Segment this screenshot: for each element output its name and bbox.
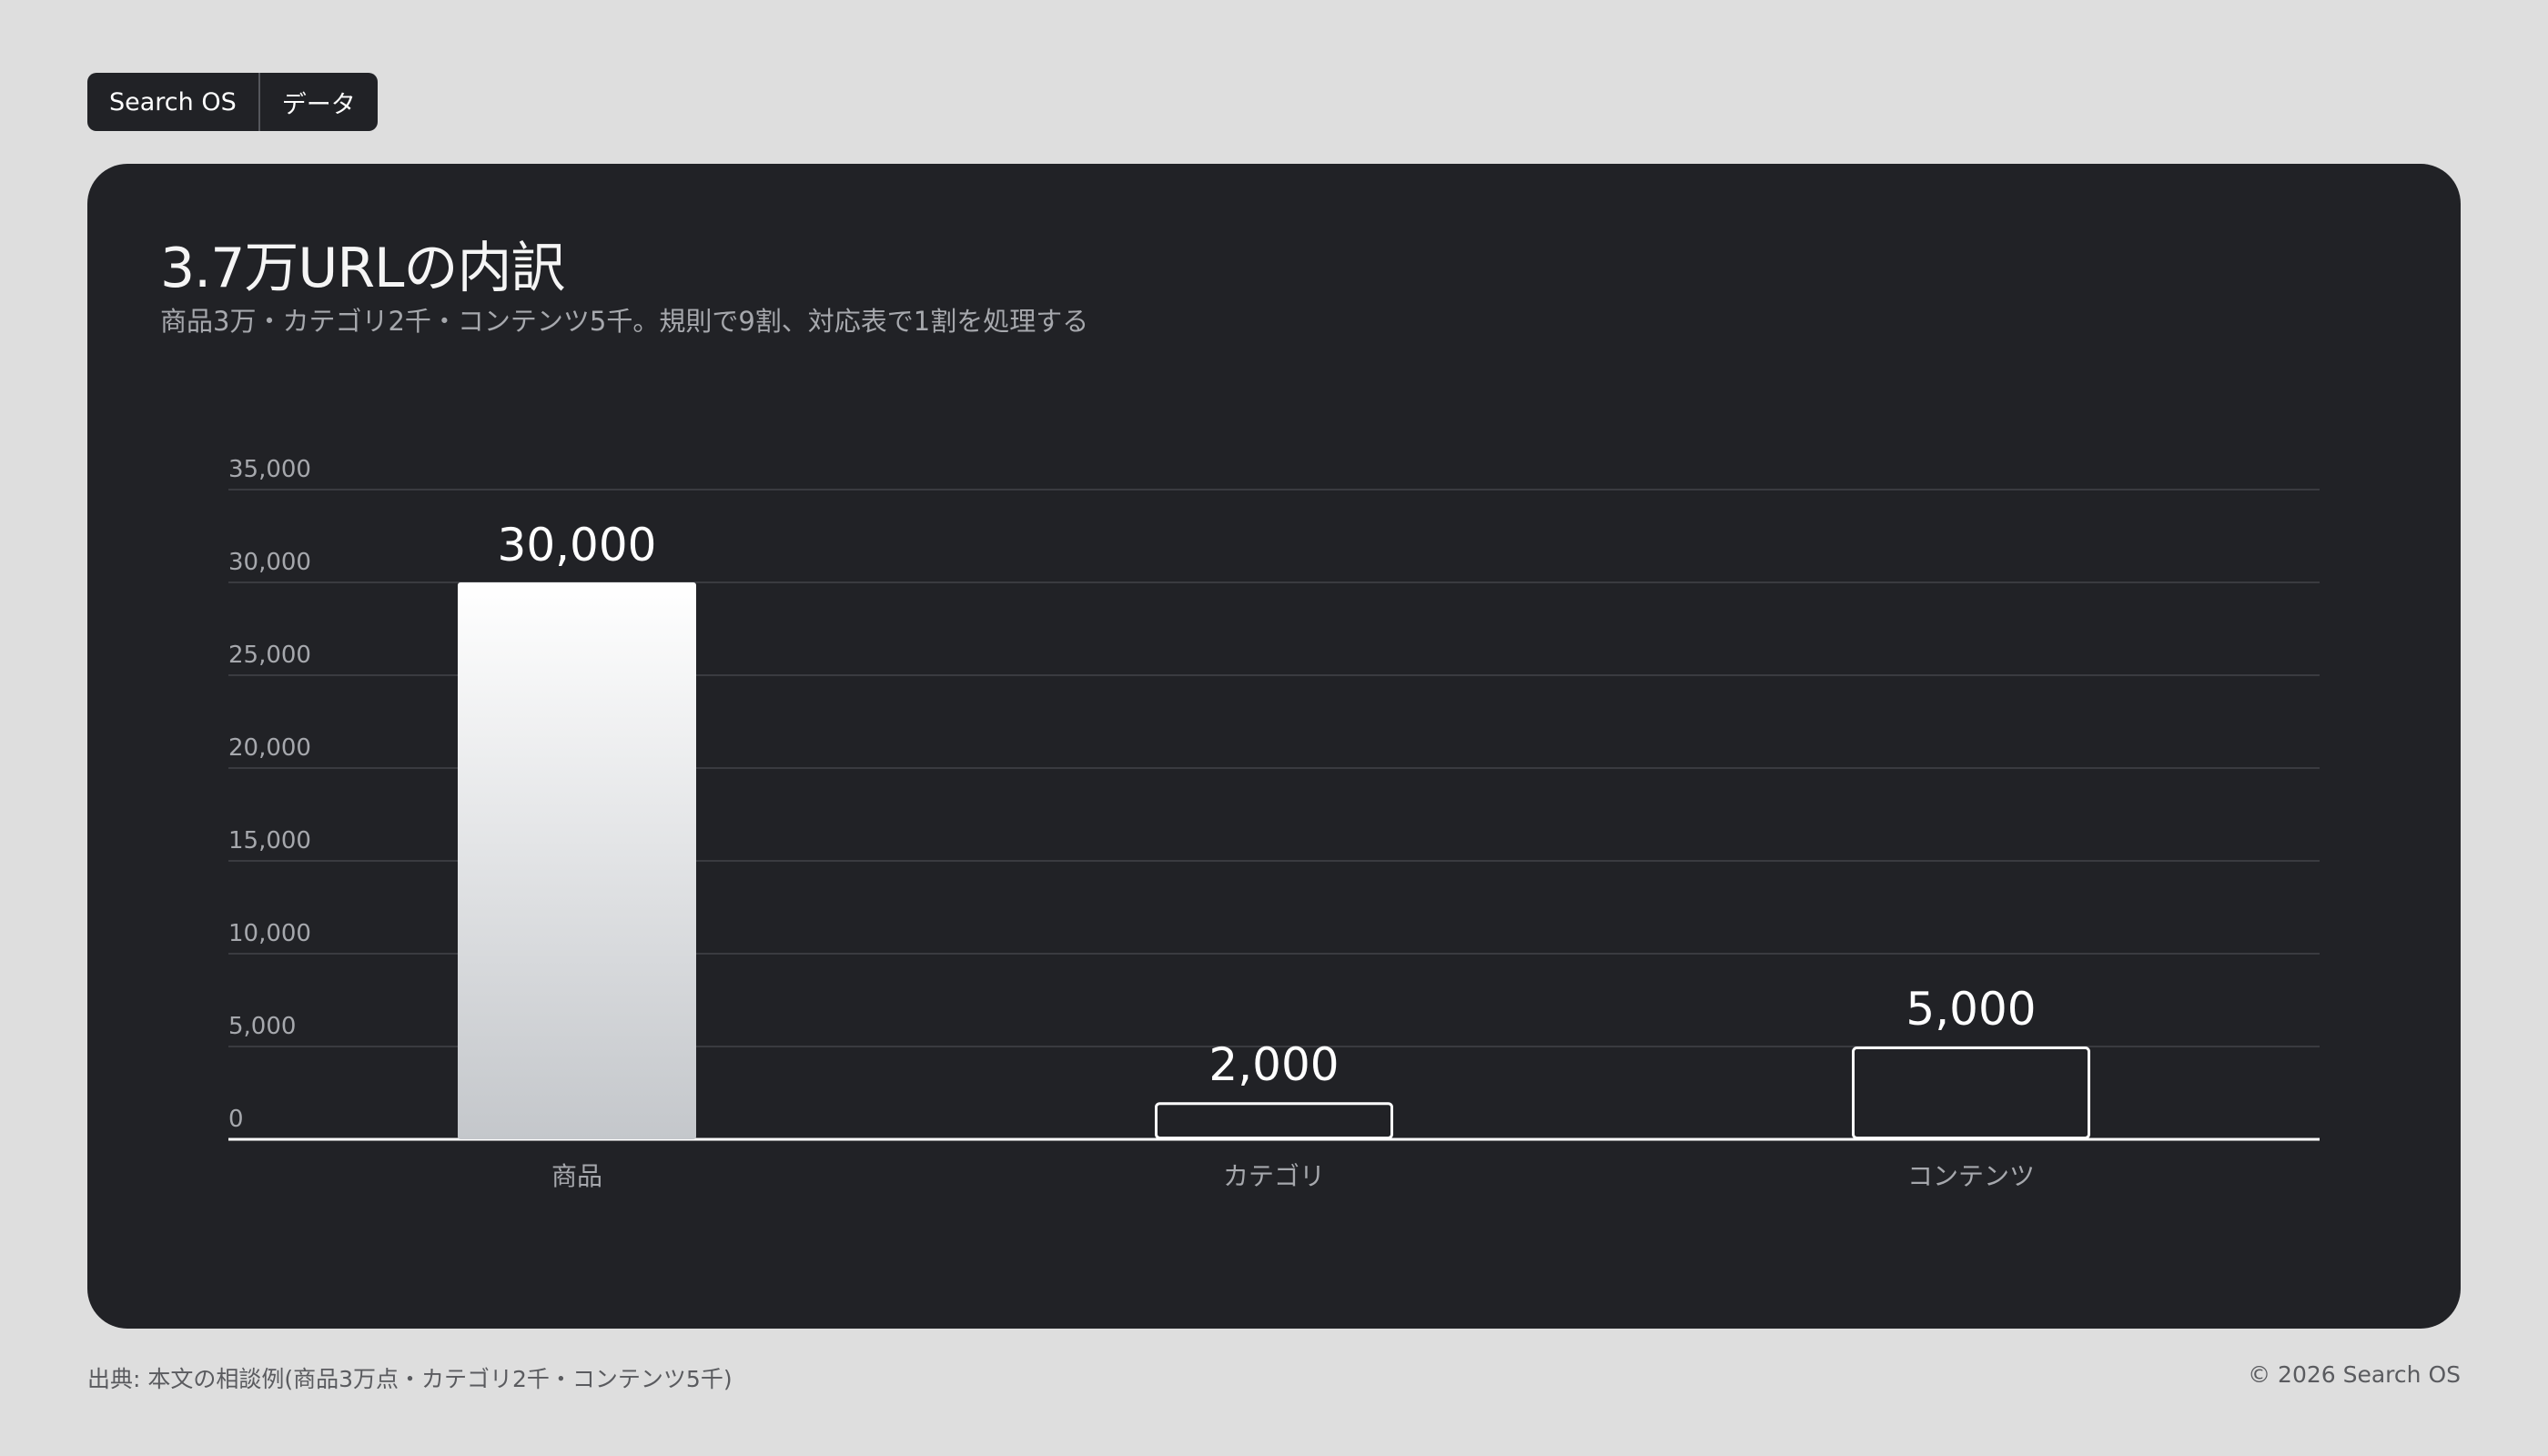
data-label: 2,000	[1208, 1038, 1339, 1091]
chart-card: 3.7万URLの内訳 商品3万・カテゴリ2千・コンテンツ5千。規則で9割、対応表…	[87, 164, 2461, 1329]
y-tick-label: 35,000	[228, 456, 311, 483]
brand-label: Search OS	[109, 87, 237, 116]
y-tick-label: 5,000	[228, 1013, 296, 1040]
y-tick-label: 10,000	[228, 920, 311, 947]
data-label: 30,000	[498, 519, 657, 571]
x-tick-label: カテゴリ	[1223, 1161, 1325, 1191]
y-tick-label: 0	[228, 1106, 244, 1133]
bar-2	[1852, 1046, 2090, 1139]
x-tick-label: コンテンツ	[1907, 1161, 2035, 1191]
source-note: 出典: 本文の相談例(商品3万点・カテゴリ2千・コンテンツ5千)	[87, 1366, 733, 1392]
x-tick-label: 商品	[551, 1161, 602, 1191]
bar-chart: 0 5,000 10,000 15,000 20,000 25,000 30,000 35,0…	[228, 456, 2320, 1191]
y-tick-label: 20,000	[228, 734, 311, 762]
brand-badge: Search OS データ	[87, 73, 378, 131]
copyright: © 2026 Search OS	[2248, 1361, 2461, 1388]
section-label: データ	[281, 90, 356, 119]
bar-0	[458, 582, 696, 1139]
bar-1	[1155, 1102, 1393, 1139]
y-tick-label: 30,000	[228, 549, 311, 576]
data-label: 5,000	[1906, 983, 2036, 1036]
y-tick-label: 25,000	[228, 642, 311, 669]
y-tick-label: 15,000	[228, 827, 311, 854]
